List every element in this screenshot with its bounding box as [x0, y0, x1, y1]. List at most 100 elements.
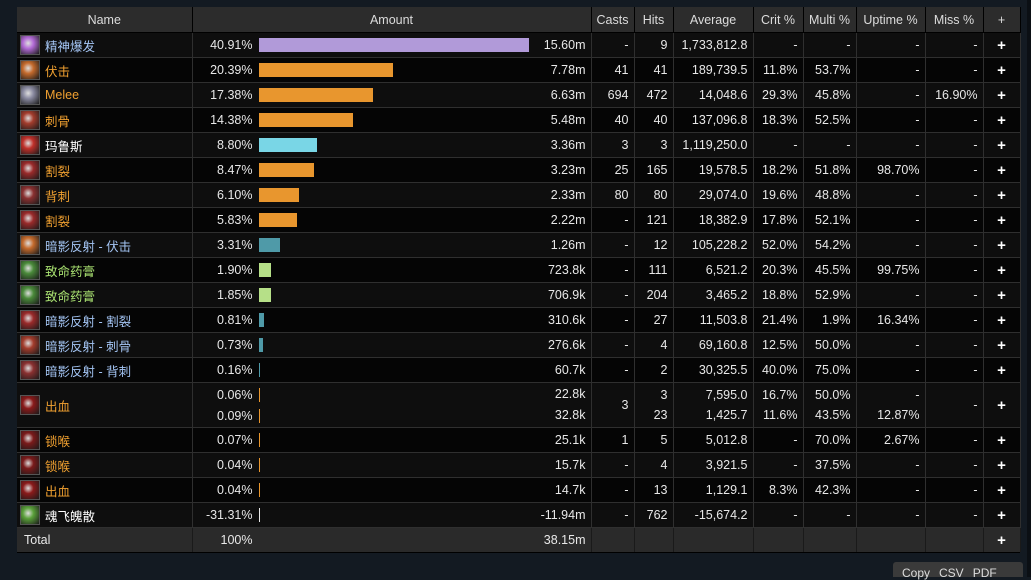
ability-name-cell[interactable]: 伏击 — [17, 57, 193, 83]
expand-button[interactable]: + — [983, 307, 1021, 333]
col-header-average[interactable]: Average — [673, 7, 754, 33]
expand-button[interactable]: + — [983, 427, 1021, 453]
crit-cell: - — [753, 427, 804, 453]
table-row[interactable]: 暗影反射 - 割裂 0.81% 310.6k - 27 11,503.8 21.4% 1.9%… — [17, 307, 1021, 333]
table-row[interactable]: 魂飞魄散 -31.31% -11.94m -762 -15,674.2- - - - + — [17, 502, 1021, 528]
uptime-cell-value: - — [915, 338, 920, 352]
miss-cell-value: - — [973, 38, 978, 52]
miss-cell-value: - — [973, 263, 978, 277]
ability-name-cell[interactable]: 暗影反射 - 刺骨 — [17, 332, 193, 358]
amount-line: 8.47% 3.23m — [198, 160, 586, 181]
table-row[interactable]: 锁喉 0.07% 25.1k 1 5 5,012.8-70.0% 2.67% - + — [17, 427, 1021, 453]
expand-button[interactable]: + — [983, 332, 1021, 358]
col-header-uptime[interactable]: Uptime % — [856, 7, 926, 33]
ability-name-cell[interactable]: 背刺 — [17, 182, 193, 208]
ability-name-cell[interactable]: 精神爆发 — [17, 32, 193, 58]
table-row[interactable]: 暗影反射 - 伏击 3.31% 1.26m - 12 105,228.2 52.0% 54.2… — [17, 232, 1021, 258]
expand-button[interactable]: + — [983, 57, 1021, 83]
col-header-amount[interactable]: Amount — [192, 7, 592, 33]
table-row[interactable]: 割裂 5.83% 2.22m -121 18,382.9 17.8% 52.1% - - + — [17, 207, 1021, 233]
expand-button[interactable]: + — [983, 157, 1021, 183]
col-header-name[interactable]: Name — [17, 7, 193, 33]
ability-name-cell[interactable]: 割裂 — [17, 157, 193, 183]
expand-button[interactable]: + — [983, 32, 1021, 58]
average-cell: 69,160.8 — [673, 332, 754, 358]
table-row[interactable]: 伏击 20.39% 7.78m 41 41 189,739.5 11.8% 53.7% - - + — [17, 57, 1021, 83]
ability-name-cell[interactable]: 暗影反射 - 背刺 — [17, 357, 193, 383]
amount-line: 3.31% 1.26m — [198, 235, 586, 256]
expand-button[interactable]: + — [983, 182, 1021, 208]
uptime-cell: - — [856, 452, 926, 478]
expand-button[interactable]: + — [983, 207, 1021, 233]
table-row[interactable]: 致命药膏 1.85% 706.9k -204 3,465.2 18.8% 52.9% - - + — [17, 282, 1021, 308]
table-row[interactable]: 致命药膏 1.90% 723.8k - 111 6,521.2 20.3% 45.5% 99.7… — [17, 257, 1021, 283]
col-header-hits[interactable]: Hits — [634, 7, 674, 33]
col-header-crit[interactable]: Crit % — [753, 7, 804, 33]
casts-cell: 3 — [591, 382, 635, 428]
ability-name-cell[interactable]: Melee — [17, 82, 193, 108]
table-row[interactable]: 割裂 8.47% 3.23m 25 165 19,578.5 18.2% 51.8% 98.70… — [17, 157, 1021, 183]
csv-button[interactable]: CSV — [930, 562, 964, 579]
expand-button[interactable]: + — [983, 502, 1021, 528]
multi-cell-value: - — [846, 508, 851, 522]
ability-name-cell[interactable]: 致命药膏 — [17, 282, 193, 308]
expand-button[interactable]: + — [983, 132, 1021, 158]
amount-line: 0.81% 310.6k — [198, 310, 586, 331]
amount-line: 1.90% 723.8k — [198, 260, 586, 281]
uptime-cell-value: 12.87% — [877, 408, 920, 422]
expand-button[interactable]: + — [983, 452, 1021, 478]
table-row[interactable]: 暗影反射 - 刺骨 0.73% 276.6k - 4 69,160.8 12.5% 50.0%… — [17, 332, 1021, 358]
expand-button[interactable]: + — [983, 82, 1021, 108]
ability-name-cell[interactable]: 割裂 — [17, 207, 193, 233]
col-header-casts[interactable]: Casts — [591, 7, 635, 33]
multi-cell-value: 1.9% — [822, 313, 851, 327]
total-expand-button[interactable]: + — [983, 527, 1021, 552]
table-row[interactable]: 锁喉 0.04% 15.7k -4 3,921.5-37.5% - - + — [17, 452, 1021, 478]
amount-line: 14.38% 5.48m — [198, 110, 586, 131]
hits-cell: 472 — [634, 82, 674, 108]
expand-button[interactable]: + — [983, 107, 1021, 133]
table-row[interactable]: 出血 0.06% 22.8k 0.09% 32.8k 3 3 23 7,595.0 1,425.7… — [17, 382, 1021, 428]
amount-line: 0.16% 60.7k — [198, 360, 586, 381]
table-row[interactable]: 暗影反射 - 背刺 0.16% 60.7k - 2 30,325.5 40.0% 75.0% -… — [17, 357, 1021, 383]
ability-name-cell[interactable]: 致命药膏 — [17, 257, 193, 283]
page-scrollbar[interactable] — [1027, 0, 1031, 577]
hits-cell-value: 2 — [660, 363, 668, 377]
ability-name-cell[interactable]: 玛鲁斯 — [17, 132, 193, 158]
expand-button[interactable]: + — [983, 382, 1021, 428]
crit-cell-value: 40.0% — [762, 363, 798, 377]
ability-name-cell[interactable]: 刺骨 — [17, 107, 193, 133]
expand-button[interactable]: + — [983, 257, 1021, 283]
expand-button[interactable]: + — [983, 232, 1021, 258]
expand-button[interactable]: + — [983, 357, 1021, 383]
ability-name-cell[interactable]: 暗影反射 - 伏击 — [17, 232, 193, 258]
col-header-multi[interactable]: Multi % — [803, 7, 857, 33]
table-row[interactable]: 玛鲁斯 8.80% 3.36m 3 3 1,119,250.0- - - - + — [17, 132, 1021, 158]
ability-name-cell[interactable]: 魂飞魄散 — [17, 502, 193, 528]
percent-of-total: 0.04% — [217, 458, 253, 473]
pdf-button[interactable]: PDF — [964, 562, 997, 579]
uptime-cell: - — [856, 332, 926, 358]
ability-name-cell[interactable]: 锁喉 — [17, 452, 193, 478]
col-header-expand[interactable]: + — [983, 7, 1021, 33]
table-row[interactable]: 精神爆发 40.91% 15.60m -9 1,733,812.8- - - - + — [17, 32, 1021, 58]
multi-cell-value: 52.1% — [815, 213, 851, 227]
average-cell-value: 7,595.0 — [705, 388, 748, 402]
average-cell-value: 1,119,250.0 — [682, 138, 748, 152]
table-row[interactable]: 刺骨 14.38% 5.48m 40 40 137,096.8 18.3% 52.5% - - + — [17, 107, 1021, 133]
table-row[interactable]: 出血 0.04% 14.7k -13 1,129.1 8.3% 42.3% - - + — [17, 477, 1021, 503]
ability-name-cell[interactable]: 暗影反射 - 割裂 — [17, 307, 193, 333]
table-row[interactable]: 背刺 6.10% 2.33m 80 80 29,074.0 19.6% 48.8% - - + — [17, 182, 1021, 208]
ability-name-cell[interactable]: 出血 — [17, 477, 193, 503]
ability-name-cell[interactable]: 锁喉 — [17, 427, 193, 453]
casts-cell: - — [591, 477, 635, 503]
col-header-miss[interactable]: Miss % — [925, 7, 984, 33]
miss-cell-value: - — [973, 433, 978, 447]
expand-button[interactable]: + — [983, 477, 1021, 503]
table-row[interactable]: Melee 17.38% 6.63m 694 472 14,048.6 29.3% 45.8%… — [17, 82, 1021, 108]
ability-name-cell[interactable]: 出血 — [17, 382, 193, 428]
copy-button[interactable]: Copy — [893, 562, 930, 579]
expand-button[interactable]: + — [983, 282, 1021, 308]
multi-cell: 1.9% — [803, 307, 857, 333]
damage-bar — [258, 363, 260, 378]
